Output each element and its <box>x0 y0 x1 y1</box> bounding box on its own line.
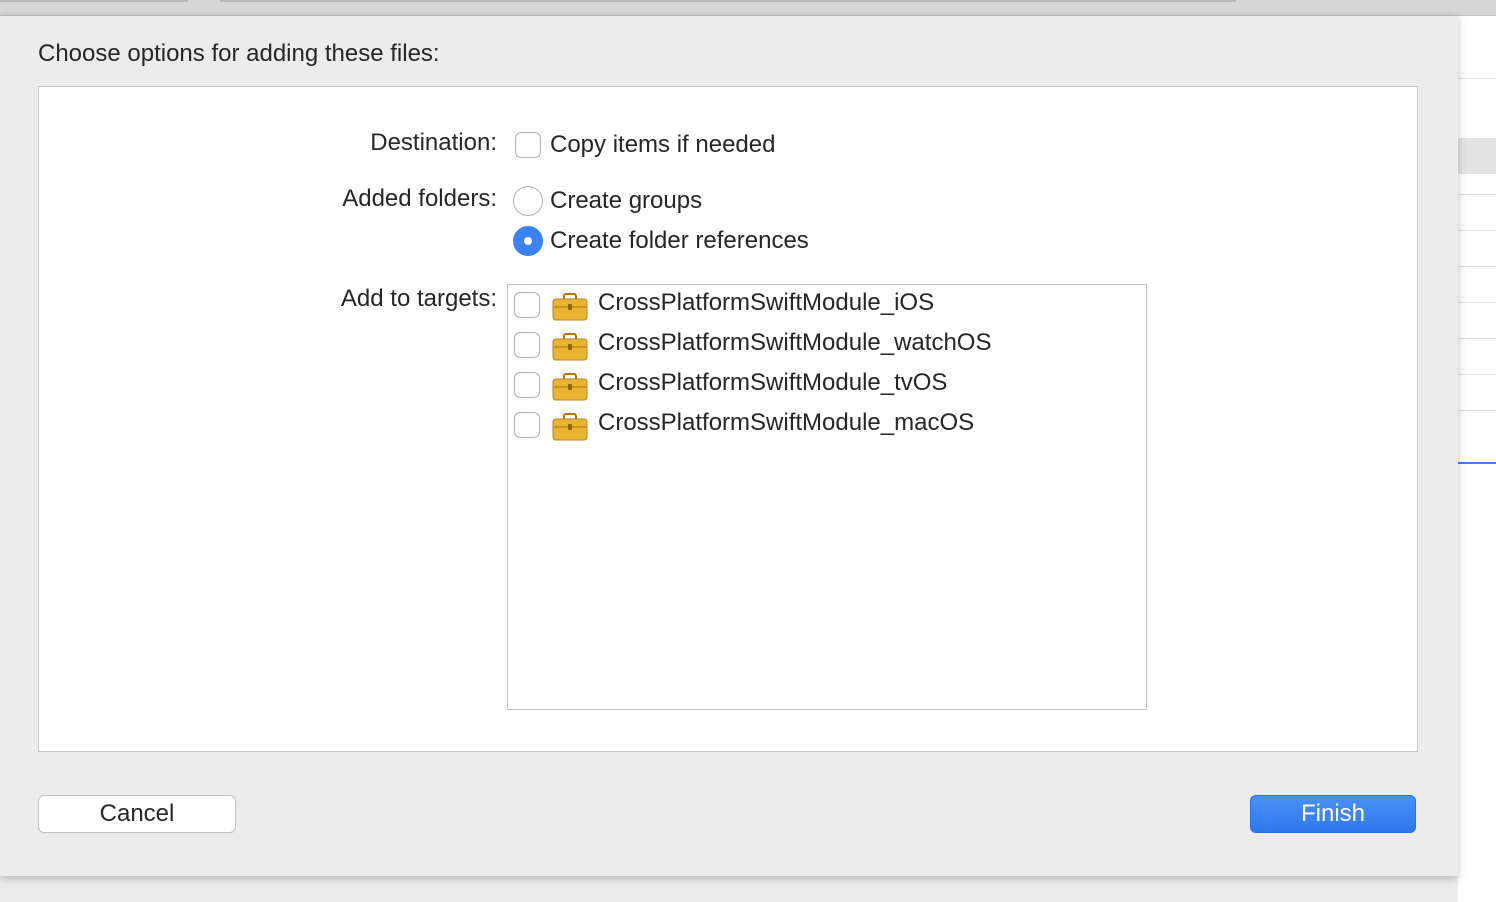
target-name: CrossPlatformSwiftModule_tvOS <box>598 369 948 396</box>
panel-divider <box>1458 194 1496 195</box>
target-row-watchos[interactable]: CrossPlatformSwiftModule_watchOS <box>508 325 1146 365</box>
create-folder-references-radio[interactable] <box>513 226 543 256</box>
window-toolbar-edge <box>0 0 1496 16</box>
toolbar-segment <box>220 0 1236 2</box>
panel-highlight-row <box>1458 138 1496 174</box>
add-files-options-sheet: Choose options for adding these files: D… <box>0 16 1458 876</box>
panel-divider <box>1458 78 1496 79</box>
destination-label: Destination: <box>370 129 497 156</box>
panel-divider <box>1458 266 1496 267</box>
options-panel: Destination: Copy items if needed Added … <box>38 86 1418 752</box>
toolbar-segment <box>0 0 188 2</box>
panel-divider <box>1458 410 1496 411</box>
target-checkbox-watchos[interactable] <box>514 332 540 358</box>
briefcase-icon <box>552 333 588 361</box>
panel-divider <box>1458 230 1496 231</box>
copy-items-label[interactable]: Copy items if needed <box>550 131 775 159</box>
target-row-tvos[interactable]: CrossPlatformSwiftModule_tvOS <box>508 365 1146 405</box>
add-to-targets-label: Add to targets: <box>340 285 497 312</box>
targets-list[interactable]: CrossPlatformSwiftModule_iOS CrossPlatfo… <box>507 284 1147 710</box>
panel-divider <box>1458 338 1496 339</box>
target-name: CrossPlatformSwiftModule_macOS <box>598 409 975 436</box>
background-editor-panel <box>1458 16 1496 902</box>
target-row-macos[interactable]: CrossPlatformSwiftModule_macOS <box>508 405 1146 445</box>
copy-items-checkbox[interactable] <box>515 132 541 158</box>
create-folder-references-label[interactable]: Create folder references <box>550 227 809 255</box>
sheet-heading: Choose options for adding these files: <box>38 40 440 67</box>
briefcase-icon <box>552 373 588 401</box>
finish-button[interactable]: Finish <box>1250 795 1416 833</box>
target-checkbox-ios[interactable] <box>514 292 540 318</box>
target-name: CrossPlatformSwiftModule_iOS <box>598 289 935 316</box>
target-row-ios[interactable]: CrossPlatformSwiftModule_iOS <box>508 285 1146 325</box>
cancel-button[interactable]: Cancel <box>38 795 236 833</box>
create-groups-label[interactable]: Create groups <box>550 187 702 215</box>
target-name: CrossPlatformSwiftModule_watchOS <box>598 329 992 356</box>
added-folders-label: Added folders: <box>342 185 497 212</box>
panel-selection-line <box>1458 462 1496 464</box>
briefcase-icon <box>552 293 588 321</box>
target-checkbox-tvos[interactable] <box>514 372 540 398</box>
panel-divider <box>1458 302 1496 303</box>
briefcase-icon <box>552 413 588 441</box>
panel-divider <box>1458 374 1496 375</box>
target-checkbox-macos[interactable] <box>514 412 540 438</box>
create-groups-radio[interactable] <box>513 186 543 216</box>
